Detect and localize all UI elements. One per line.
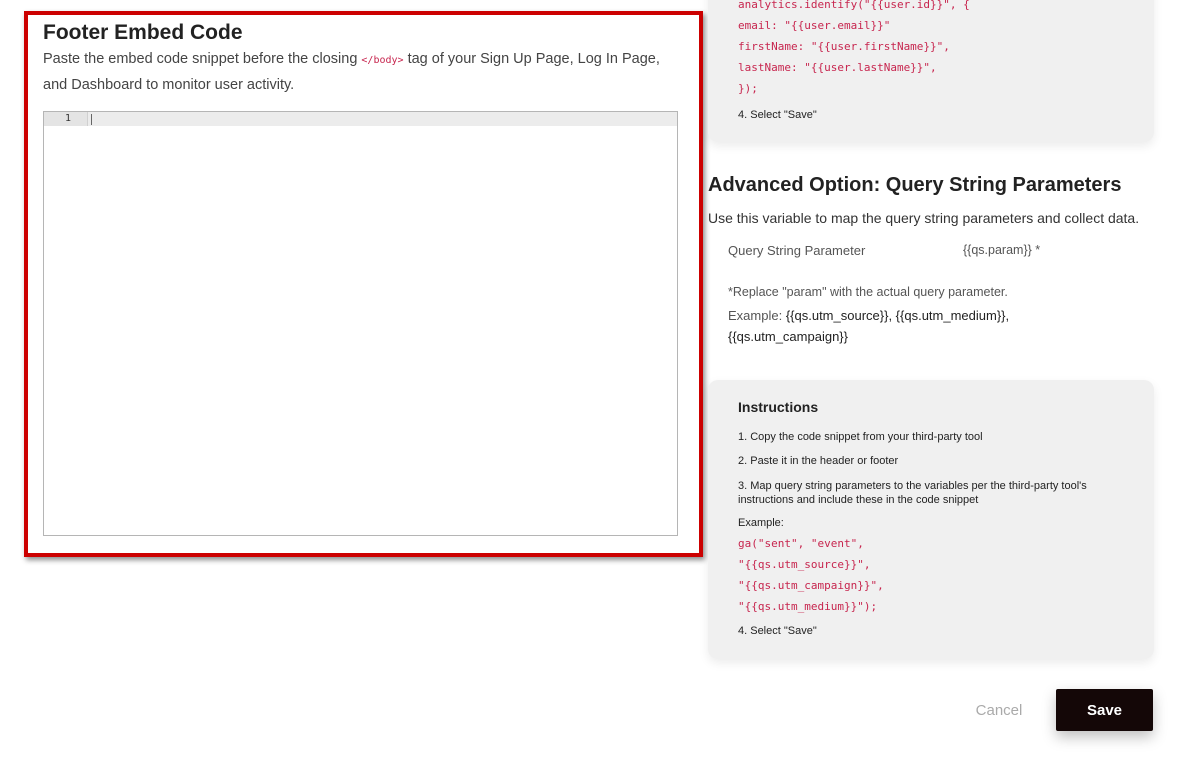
top-instructions-card: analytics.identify("{{user.id}}", { emai… (708, 0, 1154, 142)
step-save: 4. Select "Save" (738, 625, 817, 637)
advanced-option-title: Advanced Option: Query String Parameters (708, 174, 1122, 196)
footer-embed-panel: Footer Embed Code Paste the embed code s… (24, 11, 703, 557)
footer-description: Paste the embed code snippet before the … (43, 47, 683, 98)
code-line: ga("sent", "event", (738, 537, 864, 550)
footer-code-editor[interactable]: 1 (43, 111, 678, 536)
example-label: Example: (728, 308, 786, 323)
body-tag-code: </body> (361, 55, 404, 66)
footer-desc-before: Paste the embed code snippet before the … (43, 51, 362, 67)
instructions-title: Instructions (738, 399, 819, 415)
code-line: "{{qs.utm_medium}}"); (738, 600, 878, 613)
step-save: 4. Select "Save" (738, 109, 817, 121)
instructions-card: Instructions 1. Copy the code snippet fr… (708, 380, 1154, 659)
code-line: analytics.identify("{{user.id}}", { (738, 0, 970, 11)
cancel-button[interactable]: Cancel (966, 698, 1032, 722)
code-line: "{{qs.utm_source}}", (738, 558, 871, 571)
code-line: firstName: "{{user.firstName}}", (738, 40, 950, 53)
code-line: lastName: "{{user.lastName}}", (738, 61, 937, 74)
instruction-step: 1. Copy the code snippet from your third… (738, 431, 983, 443)
advanced-option-description: Use this variable to map the query strin… (708, 210, 1140, 226)
example-label: Example: (738, 517, 784, 529)
line-number: 1 (44, 112, 88, 126)
replace-note: *Replace "param" with the actual query p… (728, 285, 1008, 299)
instruction-step: 3. Map query string parameters to the va… (738, 480, 1087, 506)
editor-input-area[interactable] (89, 126, 677, 535)
instruction-step: 2. Paste it in the header or footer (738, 455, 899, 467)
active-line (44, 112, 677, 126)
save-button[interactable]: Save (1056, 689, 1153, 731)
footer-title: Footer Embed Code (43, 21, 243, 44)
text-cursor (91, 114, 92, 125)
code-line: email: "{{user.email}}" (738, 19, 891, 32)
query-string-label: Query String Parameter (728, 243, 866, 258)
code-line: "{{qs.utm_campaign}}", (738, 579, 884, 592)
example-values: Example: {{qs.utm_source}}, {{qs.utm_med… (728, 305, 1048, 347)
query-string-variable: {{qs.param}} * (963, 243, 1041, 257)
code-line: }); (738, 82, 758, 95)
